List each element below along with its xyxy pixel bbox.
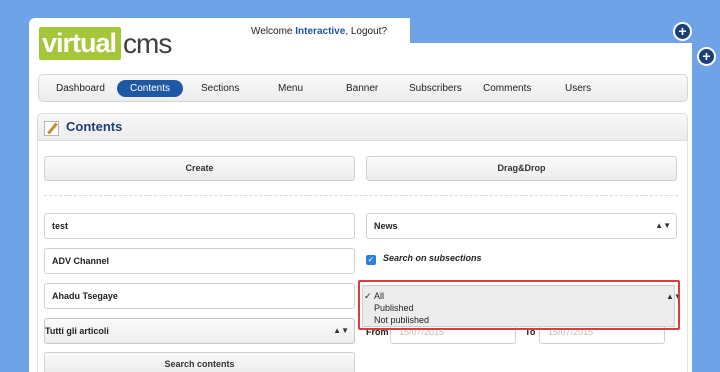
pencil-icon: [44, 121, 59, 136]
main-nav: Dashboard Contents Sections Menu Banner …: [38, 74, 688, 102]
nav-item-users[interactable]: Users: [565, 80, 591, 97]
articles-select-value: Tutti gli articoli: [45, 326, 109, 336]
section-title: Contents: [66, 119, 123, 134]
app-logo[interactable]: virtual cms: [39, 27, 172, 60]
select-arrows-icon: ▲▼: [655, 221, 671, 230]
channel-filter-input[interactable]: ADV Channel: [44, 248, 355, 274]
plus-circle-icon[interactable]: +: [697, 47, 716, 66]
welcome-text: Welcome Interactive, Logout?: [251, 26, 387, 37]
create-button[interactable]: Create: [44, 156, 355, 181]
nav-item-sections[interactable]: Sections: [201, 80, 239, 97]
search-contents-button[interactable]: Search contents: [44, 352, 355, 372]
plus-glyph: +: [699, 49, 714, 64]
section-select-value: News: [374, 221, 398, 231]
nav-item-subscribers[interactable]: Subscribers: [409, 80, 462, 97]
search-subsections-checkbox[interactable]: ✓: [366, 255, 376, 265]
title-filter-input[interactable]: test: [44, 213, 355, 239]
panel-notch: [410, 18, 692, 43]
nav-item-menu[interactable]: Menu: [278, 80, 303, 97]
section-select[interactable]: News ▲▼: [366, 213, 677, 239]
plus-circle-icon[interactable]: +: [673, 22, 692, 41]
section-header: Contents: [37, 113, 688, 141]
dragdrop-button[interactable]: Drag&Drop: [366, 156, 677, 181]
author-filter-input[interactable]: Ahadu Tsegaye: [44, 283, 355, 309]
nav-item-banner[interactable]: Banner: [346, 80, 378, 97]
nav-item-dashboard[interactable]: Dashboard: [56, 80, 105, 97]
dropdown-highlight-box: [358, 280, 680, 330]
logout-link[interactable]: , Logout?: [345, 26, 387, 37]
nav-item-contents[interactable]: Contents: [117, 80, 184, 97]
select-arrows-icon: ▲▼: [333, 326, 349, 335]
divider: [44, 195, 678, 196]
plus-glyph: +: [675, 24, 690, 39]
logo-virtual-text: virtual: [39, 27, 122, 60]
nav-item-comments[interactable]: Comments: [483, 80, 531, 97]
search-subsections-label: Search on subsections: [383, 253, 482, 263]
articles-select[interactable]: Tutti gli articoli ▲▼: [44, 318, 355, 344]
welcome-prefix: Welcome: [251, 26, 296, 37]
logo-cms-text: cms: [123, 28, 172, 59]
welcome-user[interactable]: Interactive: [295, 26, 345, 37]
